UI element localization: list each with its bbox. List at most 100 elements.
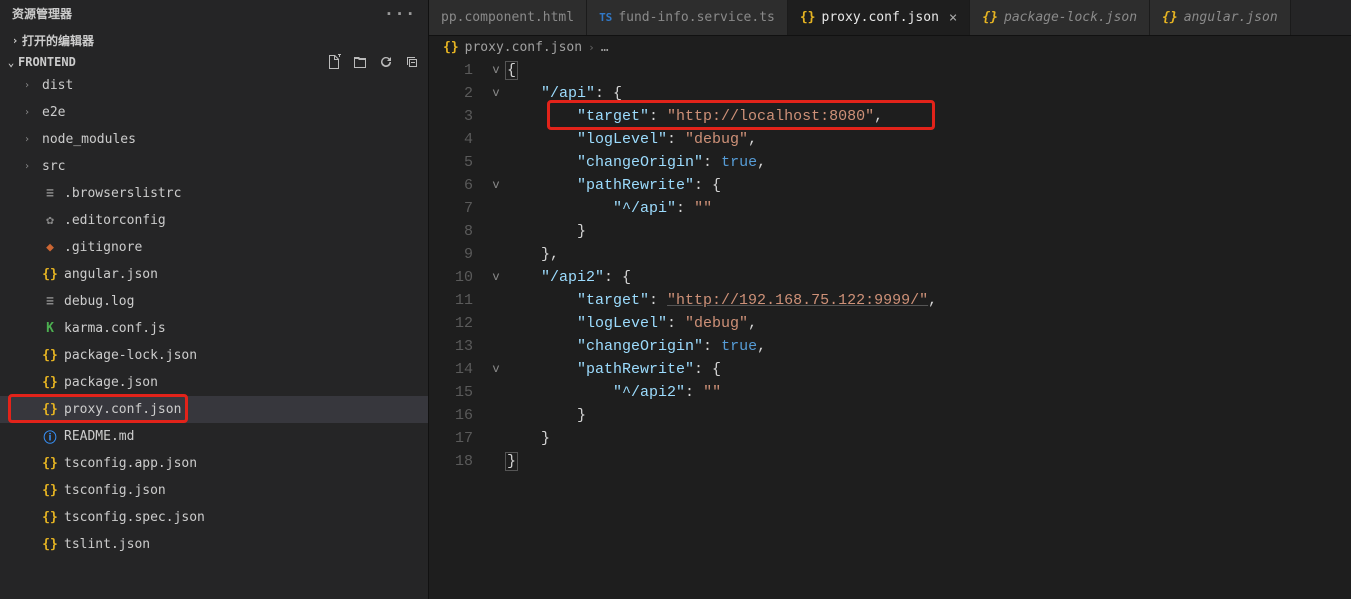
karma-icon: K	[42, 321, 58, 336]
json-key: "pathRewrite"	[577, 361, 694, 378]
file-item[interactable]: {} package-lock.json	[0, 342, 428, 369]
braces-icon: {}	[42, 348, 58, 363]
file-label: package-lock.json	[64, 348, 197, 363]
chevron-down-icon: ⌄	[4, 56, 18, 69]
json-key: "/api2"	[541, 269, 604, 286]
tab-active[interactable]: {} proxy.conf.json ×	[788, 0, 971, 35]
tab-label: package-lock.json	[1004, 10, 1137, 25]
json-value: ""	[694, 200, 712, 217]
folder-label: src	[42, 159, 65, 174]
line-numbers: 123456789101112131415161718	[429, 59, 487, 599]
file-item[interactable]: {} tsconfig.spec.json	[0, 504, 428, 531]
json-value: true	[721, 154, 757, 171]
braces-icon: {}	[443, 40, 459, 55]
file-item[interactable]: {} tsconfig.json	[0, 477, 428, 504]
file-icon: ≡	[42, 294, 58, 309]
close-icon[interactable]: ×	[949, 10, 957, 26]
breadcrumbs[interactable]: {} proxy.conf.json › …	[429, 36, 1351, 59]
file-label: angular.json	[64, 267, 158, 282]
braces-icon: {}	[42, 456, 58, 471]
file-item[interactable]: ≡.browserslistrc	[0, 180, 428, 207]
file-item[interactable]: ≡debug.log	[0, 288, 428, 315]
folder-item[interactable]: › e2e	[0, 99, 428, 126]
tab-label: pp.component.html	[441, 10, 574, 25]
braces-icon: {}	[1162, 10, 1178, 25]
sidebar: 资源管理器 ··· › 打开的编辑器 ⌄ FRONTEND ›dist	[0, 0, 429, 599]
tab[interactable]: {} angular.json	[1150, 0, 1291, 35]
json-key: "logLevel"	[577, 131, 667, 148]
folder-label: e2e	[42, 105, 65, 120]
tab[interactable]: TS fund-info.service.ts	[587, 0, 788, 35]
json-key: "logLevel"	[577, 315, 667, 332]
chevron-right-icon: ›	[588, 41, 595, 54]
json-value: true	[721, 338, 757, 355]
file-label: tsconfig.app.json	[64, 456, 197, 471]
breadcrumb-file: proxy.conf.json	[465, 40, 582, 55]
gear-icon: ✿	[42, 213, 58, 228]
braces-icon: {}	[42, 375, 58, 390]
file-label: tslint.json	[64, 537, 150, 552]
json-key: "^/api2"	[613, 384, 685, 401]
folder-label: dist	[42, 78, 73, 93]
file-item[interactable]: ✿ .editorconfig	[0, 207, 428, 234]
tab[interactable]: {} package-lock.json	[970, 0, 1150, 35]
file-label: README.md	[64, 429, 134, 444]
new-folder-icon[interactable]	[352, 54, 368, 70]
project-header[interactable]: ⌄ FRONTEND	[0, 52, 428, 72]
ts-icon: TS	[599, 11, 612, 24]
chevron-right-icon: ›	[8, 34, 22, 47]
file-item[interactable]: ⓘ README.md	[0, 423, 428, 450]
file-item[interactable]: Kkarma.conf.js	[0, 315, 428, 342]
more-icon[interactable]: ···	[384, 4, 416, 23]
file-tree: ›dist ›e2e ›node_modules ›src ≡.browsers…	[0, 72, 428, 599]
code-content[interactable]: { "/api": { "target": "http://localhost:…	[505, 59, 1351, 599]
braces-icon: {}	[800, 10, 816, 25]
braces-icon: {}	[42, 483, 58, 498]
tab-label: proxy.conf.json	[822, 10, 939, 25]
chevron-right-icon: ›	[24, 161, 36, 172]
folder-item[interactable]: › src	[0, 153, 428, 180]
tab-bar: pp.component.html TS fund-info.service.t…	[429, 0, 1351, 36]
folder-item[interactable]: ›node_modules	[0, 126, 428, 153]
json-key: "changeOrigin"	[577, 338, 703, 355]
file-icon: ≡	[42, 186, 58, 201]
open-editors-header[interactable]: › 打开的编辑器	[0, 29, 428, 52]
refresh-icon[interactable]	[378, 54, 394, 70]
tab[interactable]: pp.component.html	[429, 0, 587, 35]
breadcrumb-tail: …	[601, 40, 609, 55]
json-key: "/api"	[541, 85, 595, 102]
file-label: proxy.conf.json	[64, 402, 181, 417]
file-item-active[interactable]: {} proxy.conf.json	[0, 396, 428, 423]
file-label: .gitignore	[64, 240, 142, 255]
file-item[interactable]: {} angular.json	[0, 261, 428, 288]
json-value: "http://192.168.75.122:9999/"	[667, 292, 928, 309]
json-value: "debug"	[685, 131, 748, 148]
file-item[interactable]: {} tsconfig.app.json	[0, 450, 428, 477]
folder-item[interactable]: ›dist	[0, 72, 428, 99]
file-item[interactable]: {} package.json	[0, 369, 428, 396]
file-label: package.json	[64, 375, 158, 390]
braces-icon: {}	[42, 402, 58, 417]
code-editor[interactable]: 123456789101112131415161718 vvvvv { "/ap…	[429, 59, 1351, 599]
file-item[interactable]: {}tslint.json	[0, 531, 428, 558]
fold-column[interactable]: vvvvv	[487, 59, 505, 599]
json-value: "http://localhost:8080"	[667, 108, 874, 125]
project-name: FRONTEND	[18, 55, 76, 69]
editor-area: pp.component.html TS fund-info.service.t…	[429, 0, 1351, 599]
braces-icon: {}	[42, 267, 58, 282]
explorer-title: 资源管理器	[12, 5, 72, 22]
git-icon: ◆	[42, 240, 58, 255]
file-label: .editorconfig	[64, 213, 166, 228]
chevron-right-icon: ›	[24, 134, 36, 145]
new-file-icon[interactable]	[326, 54, 342, 70]
chevron-right-icon: ›	[24, 107, 36, 118]
file-label: tsconfig.json	[64, 483, 166, 498]
file-item[interactable]: ◆ .gitignore	[0, 234, 428, 261]
file-label: karma.conf.js	[64, 321, 166, 336]
file-label: tsconfig.spec.json	[64, 510, 205, 525]
braces-icon: {}	[42, 510, 58, 525]
json-key: "^/api"	[613, 200, 676, 217]
collapse-all-icon[interactable]	[404, 54, 420, 70]
json-key: "target"	[577, 292, 649, 309]
info-icon: ⓘ	[42, 427, 58, 446]
